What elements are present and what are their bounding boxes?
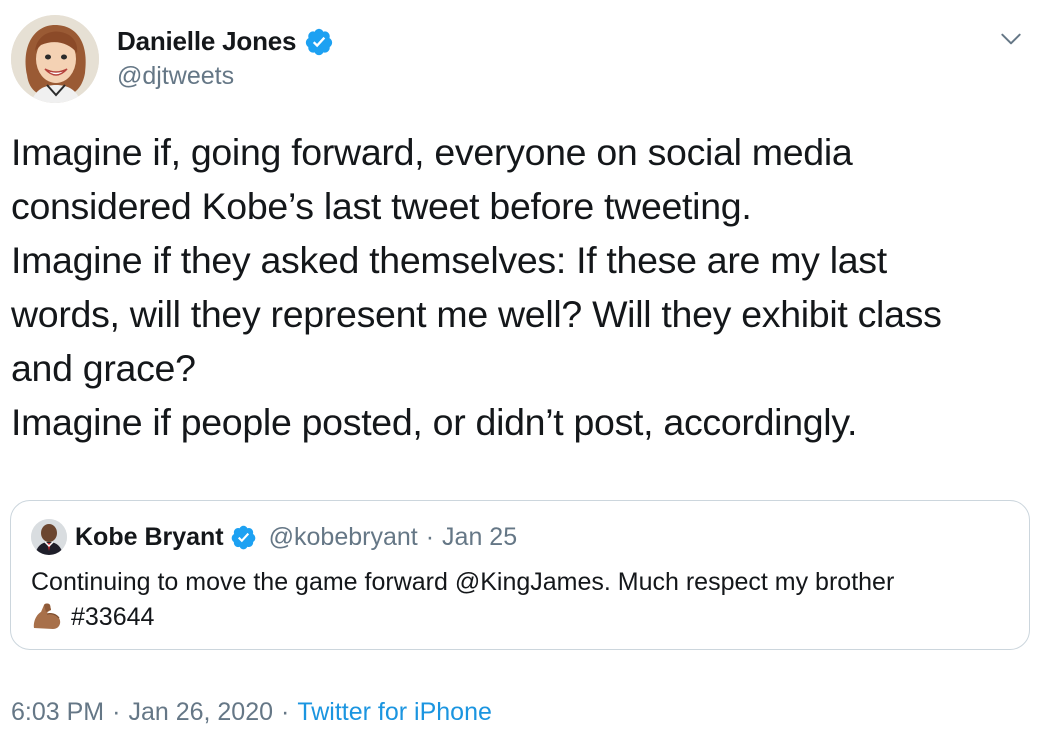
quoted-tweet-line: Continuing to move the game forward @Kin… — [31, 568, 895, 596]
quoted-tweet-line: #33644 — [31, 600, 1016, 635]
tweet-text: Imagine if, going forward, everyone on s… — [11, 125, 1026, 449]
author-name-row: Danielle Jones — [117, 26, 334, 57]
tweet-text-line: Imagine if, going forward, everyone on s… — [11, 131, 853, 173]
author-handle[interactable]: @djtweets — [117, 62, 234, 91]
tweet-text-line: words, will they represent me well? Will… — [11, 293, 942, 335]
verified-badge-icon — [306, 28, 333, 55]
quoted-tweet[interactable]: Kobe Bryant @kobebryant · Jan 25 Continu… — [10, 500, 1030, 650]
author-name[interactable]: Danielle Jones — [117, 26, 296, 57]
tweet-text-line: Imagine if they asked themselves: If the… — [11, 239, 887, 281]
flexed-biceps-icon — [33, 603, 61, 629]
separator-dot: · — [112, 698, 121, 726]
tweet-card: Danielle Jones @djtweets Imagine if, goi… — [0, 0, 1038, 732]
tweet-meta: 6:03 PM · Jan 26, 2020 · Twitter for iPhone — [11, 698, 492, 727]
tweet-text-line: Imagine if people posted, or didn’t post… — [11, 401, 858, 443]
quoted-tweet-text: Continuing to move the game forward @Kin… — [31, 565, 1016, 635]
verified-badge-icon — [231, 525, 255, 549]
author-avatar[interactable] — [11, 15, 99, 103]
hashtag-link[interactable]: #33644 — [71, 603, 154, 631]
quoted-author-avatar[interactable] — [31, 519, 67, 555]
tweet-text-line: considered Kobe’s last tweet before twee… — [11, 185, 752, 227]
quoted-tweet-header: Kobe Bryant @kobebryant · Jan 25 — [31, 519, 517, 555]
tweet-text-line: and grace? — [11, 347, 196, 389]
quoted-author-name[interactable]: Kobe Bryant — [75, 523, 224, 552]
quoted-author-handle[interactable]: @kobebryant — [269, 523, 418, 552]
separator-dot: · — [281, 698, 290, 726]
chevron-down-icon[interactable] — [998, 26, 1024, 52]
separator-dot: · — [425, 522, 435, 551]
tweet-time[interactable]: 6:03 PM — [11, 698, 104, 726]
quoted-tweet-date[interactable]: Jan 25 — [442, 523, 517, 552]
tweet-source-link[interactable]: Twitter for iPhone — [297, 698, 492, 726]
tweet-date[interactable]: Jan 26, 2020 — [128, 698, 273, 726]
